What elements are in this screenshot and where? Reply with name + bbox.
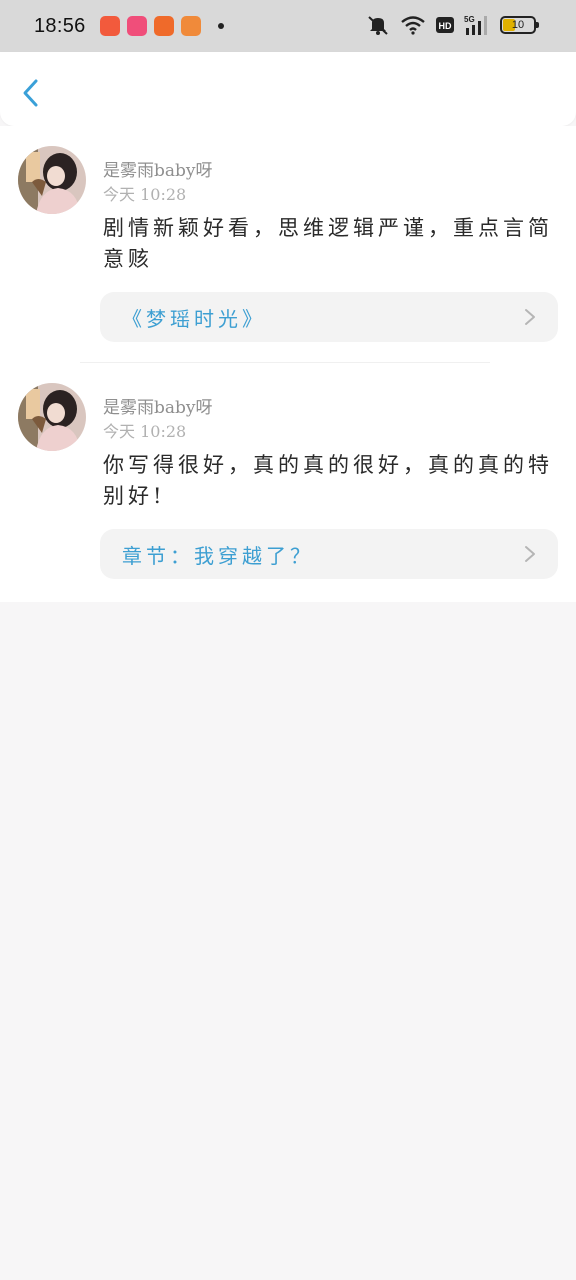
comment-list: 是雾雨baby呀 今天 10:28 剧情新颖好看，思维逻辑严谨，重点言简意赅 《… bbox=[0, 126, 576, 602]
hd-icon: HD bbox=[436, 17, 454, 33]
taobao-app-icon bbox=[99, 16, 120, 36]
chevron-right-icon bbox=[525, 309, 535, 325]
wifi-icon bbox=[401, 16, 425, 35]
chevron-right-icon bbox=[525, 546, 535, 562]
book-app-icon bbox=[180, 16, 201, 36]
user-name[interactable]: 是雾雨baby呀 bbox=[103, 156, 213, 181]
pink-app-icon bbox=[126, 16, 147, 36]
source-chapter-title: 章节：我穿越了？ bbox=[122, 543, 314, 568]
source-chapter-card[interactable]: 章节：我穿越了？ bbox=[100, 529, 558, 579]
avatar[interactable] bbox=[18, 383, 86, 451]
orange-app-icon bbox=[153, 16, 174, 36]
svg-text:HD: HD bbox=[439, 21, 452, 31]
avatar[interactable] bbox=[18, 146, 86, 214]
comment-content: 剧情新颖好看，思维逻辑严谨，重点言简意赅 bbox=[103, 216, 553, 271]
notification-app-icons bbox=[99, 16, 224, 36]
source-book-card[interactable]: 《梦瑶时光》 bbox=[100, 292, 558, 342]
status-bar: 18:56 HD 5G 10 bbox=[0, 0, 576, 52]
top-nav-bar bbox=[0, 52, 576, 126]
user-name[interactable]: 是雾雨baby呀 bbox=[103, 393, 213, 418]
5g-signal-icon: 5G bbox=[464, 15, 487, 35]
status-time: 18:56 bbox=[34, 14, 86, 37]
system-icons: HD 5G 10 bbox=[366, 14, 539, 36]
battery-level: 10 bbox=[511, 19, 525, 31]
comment-time: 今天 10:28 bbox=[103, 422, 187, 441]
comment-time: 今天 10:28 bbox=[103, 185, 187, 204]
more-notifications-dot bbox=[217, 23, 224, 29]
svg-text:5G: 5G bbox=[464, 15, 475, 24]
comment-content: 你写得很好，真的真的很好，真的真的特别好! bbox=[103, 453, 553, 508]
divider bbox=[80, 362, 490, 363]
chevron-left-icon[interactable] bbox=[18, 76, 46, 110]
battery-icon: 10 bbox=[500, 16, 539, 34]
source-book-title: 《梦瑶时光》 bbox=[122, 306, 266, 331]
silent-icon bbox=[368, 16, 388, 35]
